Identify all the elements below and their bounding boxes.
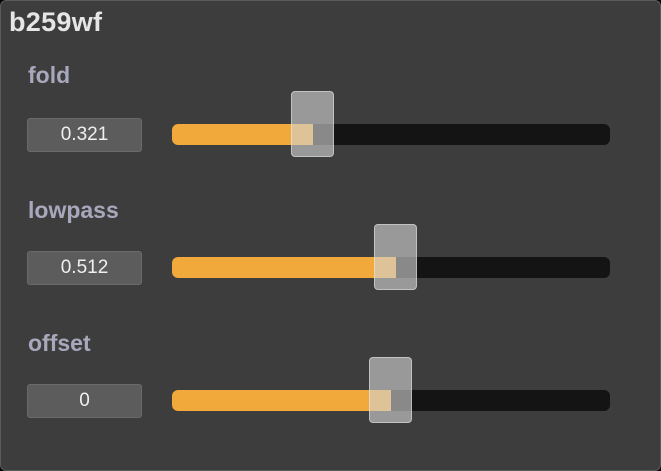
lowpass-slider[interactable]: [172, 224, 610, 290]
offset-slider-thumb[interactable]: [369, 357, 412, 423]
fold-slider-thumb[interactable]: [291, 91, 334, 157]
fold-label: fold: [28, 62, 71, 88]
panel-title: b259wf: [9, 7, 103, 37]
offset-slider[interactable]: [172, 357, 610, 423]
lowpass-number-box[interactable]: 0.512: [27, 251, 142, 285]
lowpass-slider-thumb[interactable]: [374, 224, 417, 290]
offset-number-box[interactable]: 0: [27, 384, 142, 418]
lowpass-label: lowpass: [28, 197, 119, 223]
plugin-panel: b259wf fold 0.321 lowpass 0.512 offset 0: [0, 0, 661, 471]
offset-label: offset: [28, 330, 91, 356]
lowpass-slider-fill: [172, 257, 396, 278]
offset-slider-fill: [172, 390, 391, 411]
fold-slider[interactable]: [172, 91, 610, 157]
fold-number-box[interactable]: 0.321: [27, 118, 142, 152]
